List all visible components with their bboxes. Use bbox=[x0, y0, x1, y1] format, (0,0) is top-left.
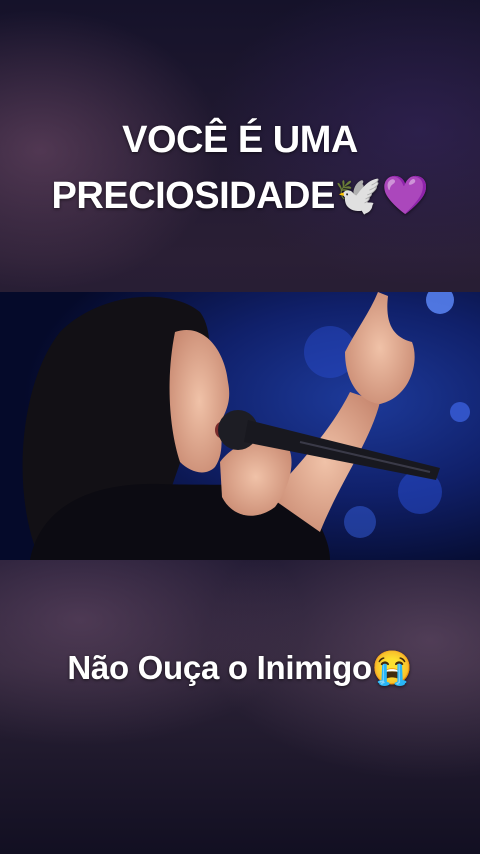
top-caption-line-1: VOCÊ É UMA bbox=[122, 119, 358, 161]
video-frame[interactable] bbox=[0, 292, 480, 560]
top-caption-line-2: PRECIOSIDADE🕊️💜 bbox=[51, 175, 429, 217]
bottom-caption: Não Ouça o Inimigo😭 bbox=[67, 649, 413, 686]
singer-image bbox=[0, 292, 480, 560]
top-caption: VOCÊ É UMA PRECIOSIDADE🕊️💜 bbox=[0, 112, 480, 224]
